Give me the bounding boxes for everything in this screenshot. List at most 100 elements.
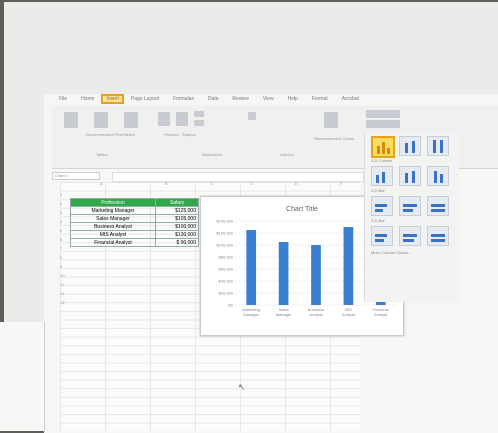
- col-a[interactable]: A: [100, 181, 103, 186]
- row-6[interactable]: 6: [60, 237, 62, 242]
- pictures-label: Pictures: [164, 132, 179, 137]
- row-12[interactable]: 12: [60, 291, 64, 296]
- row-3[interactable]: 3: [60, 210, 62, 215]
- tab-view[interactable]: View: [256, 96, 281, 102]
- cell-salary[interactable]: $125,000: [155, 206, 199, 215]
- tab-help[interactable]: Help: [281, 96, 305, 102]
- y-tick-label: $100,000: [216, 243, 233, 248]
- row-11[interactable]: 11: [60, 282, 64, 287]
- cell-salary[interactable]: $105,000: [155, 214, 199, 223]
- more-column-charts-link[interactable]: More Column Charts...: [371, 250, 411, 255]
- tab-review[interactable]: Review: [225, 96, 255, 102]
- tab-home[interactable]: Home: [74, 96, 101, 102]
- salary-table: Profession Salary Marketing Manager $125…: [70, 198, 199, 247]
- tab-file[interactable]: File: [52, 96, 74, 102]
- section-3d-column-label: 3-D Column: [371, 158, 393, 163]
- group-illustrations-label: Illustrations: [202, 152, 223, 157]
- x-tick-label: Analyst: [342, 312, 356, 317]
- col-e[interactable]: E: [295, 181, 298, 186]
- chart-bar[interactable]: [311, 245, 321, 305]
- mouse-pointer-icon: ↖: [238, 382, 246, 392]
- y-tick-label: $80,000: [219, 255, 234, 260]
- table-row: Financial Analyst $ 90,000: [70, 238, 199, 247]
- cell-profession[interactable]: Sales Manager: [70, 214, 156, 223]
- clustered-bar-icon[interactable]: [371, 196, 393, 216]
- name-box[interactable]: Chart 1: [52, 172, 100, 180]
- row-4[interactable]: 4: [60, 219, 62, 224]
- 3d-percent-bar-icon[interactable]: [427, 226, 449, 246]
- group-addins-label: Add-ins: [280, 152, 294, 157]
- y-tick-label: $60,000: [219, 267, 234, 272]
- 3d-models-button[interactable]: [194, 120, 204, 126]
- tab-data[interactable]: Data: [201, 96, 226, 102]
- 3d-stacked-column-icon[interactable]: [399, 166, 421, 186]
- addins-button[interactable]: [248, 112, 256, 120]
- pivottable-button[interactable]: [64, 112, 78, 128]
- table-row: Business Analyst $100,000: [70, 222, 199, 231]
- stacked-bar-icon[interactable]: [399, 196, 421, 216]
- y-tick-label: $40,000: [219, 279, 234, 284]
- cell-profession[interactable]: Financial Analyst: [70, 238, 156, 247]
- x-tick-label: Manager: [243, 312, 259, 317]
- cell-salary[interactable]: $100,000: [155, 222, 199, 231]
- shapes-button[interactable]: [176, 112, 188, 126]
- tab-page-layout[interactable]: Page Layout: [124, 96, 166, 102]
- row-13[interactable]: 13: [60, 300, 64, 305]
- 3d-clustered-bar-icon[interactable]: [371, 226, 393, 246]
- tab-formulas[interactable]: Formulas: [166, 96, 201, 102]
- cell-salary[interactable]: $ 90,000: [155, 238, 199, 247]
- chart-bar[interactable]: [278, 242, 289, 305]
- pictures-button[interactable]: [158, 112, 170, 126]
- col-f[interactable]: F: [340, 181, 342, 186]
- tab-format[interactable]: Format: [305, 96, 335, 102]
- 3d-clustered-column-icon[interactable]: [371, 166, 393, 186]
- table-row: Sales Manager $105,000: [70, 214, 199, 223]
- 3d-stacked-bar-icon[interactable]: [399, 226, 421, 246]
- row-1[interactable]: 1: [60, 192, 62, 197]
- chart-title[interactable]: Chart Title: [286, 206, 318, 213]
- cell-profession[interactable]: Business Analyst: [70, 222, 156, 231]
- cell-salary[interactable]: $130,000: [155, 230, 199, 239]
- percent-stacked-column-icon[interactable]: [427, 136, 449, 156]
- x-tick-label: Manager: [276, 312, 292, 317]
- recommended-charts-label: Recommended Charts: [314, 136, 355, 141]
- row-5[interactable]: 5: [60, 228, 62, 233]
- clustered-column-icon[interactable]: [371, 136, 395, 158]
- cell-profession[interactable]: Marketing Manager: [70, 206, 156, 215]
- 3d-column-icon[interactable]: [427, 166, 449, 186]
- recommended-charts-button[interactable]: [324, 112, 338, 128]
- cell-profession[interactable]: MIS Analyst: [70, 230, 156, 239]
- stacked-column-icon[interactable]: [399, 136, 421, 156]
- row-9[interactable]: 9: [60, 264, 62, 269]
- chart-bar[interactable]: [343, 227, 354, 305]
- icons-button[interactable]: [194, 111, 204, 117]
- table-row: Marketing Manager $125,000: [70, 206, 199, 215]
- header-profession[interactable]: Profession: [70, 198, 156, 207]
- header-salary[interactable]: Salary: [155, 198, 199, 207]
- col-d[interactable]: D: [250, 181, 253, 186]
- row-8[interactable]: 8: [60, 255, 62, 260]
- table-button[interactable]: [124, 112, 138, 128]
- table-header-row: Profession Salary: [70, 198, 199, 207]
- percent-stacked-bar-icon[interactable]: [427, 196, 449, 216]
- x-tick-label: Analyst: [309, 312, 323, 317]
- recommended-pivottables-button[interactable]: [94, 112, 108, 128]
- tab-insert[interactable]: Insert: [101, 94, 124, 104]
- chart-type-row-1[interactable]: [366, 110, 400, 118]
- shapes-label: Shapes: [182, 132, 196, 137]
- chart-type-row-2[interactable]: [366, 120, 400, 128]
- col-b[interactable]: B: [165, 181, 168, 186]
- section-2d-bar-label: 2-D Bar: [371, 188, 385, 193]
- col-c[interactable]: C: [210, 181, 213, 186]
- chart-type-dropdown: 3-D Column 2-D Bar 3-D Bar More Column C…: [364, 132, 459, 302]
- tab-acrobat[interactable]: Acrobat: [335, 96, 366, 102]
- column-header-row: A B C D E F: [60, 181, 360, 188]
- excel-app: File Home Insert Page Layout Formulas Da…: [52, 92, 498, 431]
- row-2[interactable]: 2: [60, 201, 62, 206]
- row-10[interactable]: 10: [60, 273, 64, 278]
- y-tick-label: $0: [229, 303, 234, 308]
- ribbon-tab-bar: File Home Insert Page Layout Formulas Da…: [52, 92, 498, 106]
- section-3d-bar-label: 3-D Bar: [371, 218, 385, 223]
- row-7[interactable]: 7: [60, 246, 62, 251]
- chart-bar[interactable]: [246, 230, 257, 305]
